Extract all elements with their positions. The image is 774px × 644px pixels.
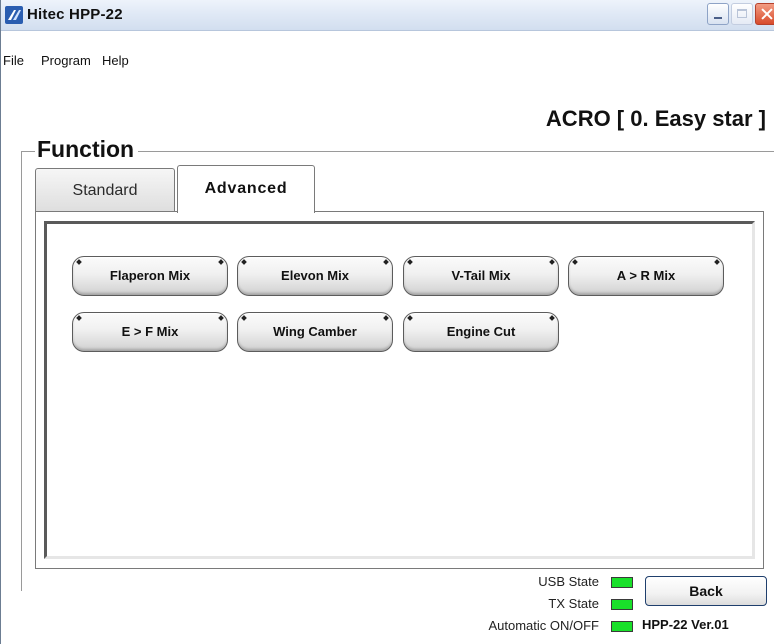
title-bar[interactable]: Hitec HPP-22	[1, 0, 774, 31]
model-mode-title: ACRO [ 0. Easy star ]	[545, 106, 766, 131]
maximize-button[interactable]	[731, 3, 753, 25]
usb-state-label: USB State	[538, 574, 599, 589]
tab-advanced[interactable]: Advanced	[177, 165, 315, 213]
v-tail-mix-button[interactable]: V-Tail Mix	[403, 256, 559, 296]
function-button-area: Flaperon Mix Elevon Mix V-Tail Mix A > R…	[44, 221, 755, 559]
wing-camber-button[interactable]: Wing Camber	[237, 312, 393, 352]
app-logo-icon	[5, 6, 23, 24]
auto-on-off-label: Automatic ON/OFF	[488, 618, 599, 633]
menu-help[interactable]: Help	[102, 53, 129, 68]
app-window: Hitec HPP-22 File Program Help ACRO [ 0.…	[0, 0, 774, 644]
advanced-tab-panel: Flaperon Mix Elevon Mix V-Tail Mix A > R…	[35, 211, 764, 569]
elevon-mix-button[interactable]: Elevon Mix	[237, 256, 393, 296]
menu-program[interactable]: Program	[41, 53, 91, 68]
tx-state-indicator	[611, 599, 633, 610]
flaperon-mix-button[interactable]: Flaperon Mix	[72, 256, 228, 296]
minimize-button[interactable]	[707, 3, 729, 25]
close-button[interactable]	[755, 3, 774, 25]
tx-state-label: TX State	[548, 596, 599, 611]
function-group-title: Function	[35, 136, 139, 163]
a-r-mix-button[interactable]: A > R Mix	[568, 256, 724, 296]
version-label: HPP-22 Ver.01	[642, 617, 729, 632]
menu-file[interactable]: File	[3, 53, 24, 68]
usb-state-indicator	[611, 577, 633, 588]
auto-on-off-indicator	[611, 621, 633, 632]
e-f-mix-button[interactable]: E > F Mix	[72, 312, 228, 352]
engine-cut-button[interactable]: Engine Cut	[403, 312, 559, 352]
back-button[interactable]: Back	[645, 576, 767, 606]
menu-bar: File Program Help	[1, 51, 774, 71]
window-title: Hitec HPP-22	[27, 6, 123, 23]
tab-standard[interactable]: Standard	[35, 168, 175, 212]
